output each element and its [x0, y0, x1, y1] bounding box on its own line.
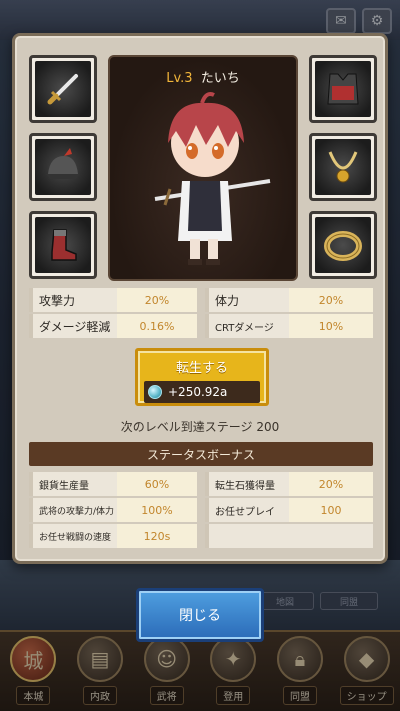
bonus-label-empty [205, 524, 289, 548]
bonus-empty [205, 524, 373, 548]
armor-slot[interactable] [309, 55, 377, 123]
bonus-label: 武将の攻撃力/体力 [29, 498, 117, 522]
rebirth-stone-icon [148, 385, 162, 399]
stat-attack: 攻撃力 20% [29, 288, 197, 312]
character-dialog: Lv.3 たいち 攻撃力 20% 体力 20% ダメージ軽減 0.16% CRT… [12, 33, 388, 564]
ring-slot[interactable] [309, 211, 377, 279]
bonus-rebirth-stone: 転生石獲得量 20% [205, 472, 373, 496]
bonus-value-empty [289, 524, 373, 548]
boot-icon [51, 229, 77, 261]
bonus-label: 銀貨生産量 [29, 472, 117, 496]
stat-label: ダメージ軽減 [29, 314, 117, 338]
ring-icon [324, 231, 362, 261]
stat-label: 体力 [205, 288, 289, 312]
stat-label: 攻撃力 [29, 288, 117, 312]
bonus-label: お任せ戦闘の速度 [29, 524, 117, 548]
stat-damage-reduction: ダメージ軽減 0.16% [29, 314, 197, 338]
stat-hp: 体力 20% [205, 288, 373, 312]
stat-value: 20% [117, 288, 197, 312]
status-bonus-header: ステータスボーナス [29, 442, 373, 466]
next-level-stage: 次のレベル到達ステージ 200 [120, 420, 280, 434]
bonus-value: 120s [117, 524, 197, 548]
rebirth-value: +250.92a [168, 385, 228, 399]
rebirth-reward: +250.92a [144, 381, 260, 403]
close-button[interactable]: 閉じる [136, 588, 264, 642]
rebirth-button[interactable]: 転生する +250.92a [135, 348, 269, 406]
bonus-value: 60% [117, 472, 197, 496]
stat-crit-damage: CRTダメージ 10% [205, 314, 373, 338]
bonus-label: お任せプレイ [205, 498, 289, 522]
character-illustration [154, 92, 271, 265]
stat-value: 20% [289, 288, 373, 312]
bonus-value: 20% [289, 472, 373, 496]
stat-value: 0.16% [117, 314, 197, 338]
weapon-slot[interactable] [29, 55, 97, 123]
bonus-value: 100 [289, 498, 373, 522]
bonus-label: 転生石獲得量 [205, 472, 289, 496]
stat-label: CRTダメージ [205, 314, 289, 338]
sword-icon [47, 74, 78, 105]
stat-value: 10% [289, 314, 373, 338]
character-portrait: Lv.3 たいち [108, 55, 298, 281]
necklace-slot[interactable] [309, 133, 377, 201]
helmet-icon [46, 148, 80, 179]
bonus-value: 100% [117, 498, 197, 522]
bonus-auto-play: お任せプレイ 100 [205, 498, 373, 522]
boots-slot[interactable] [29, 211, 97, 279]
bonus-auto-battle-speed: お任せ戦闘の速度 120s [29, 524, 197, 548]
armor-icon [327, 73, 359, 105]
rebirth-label: 転生する [175, 361, 228, 376]
bonus-general-attack: 武将の攻撃力/体力 100% [29, 498, 197, 522]
helmet-slot[interactable] [29, 133, 97, 201]
necklace-icon [328, 151, 358, 183]
bonus-silver: 銀貨生産量 60% [29, 472, 197, 496]
